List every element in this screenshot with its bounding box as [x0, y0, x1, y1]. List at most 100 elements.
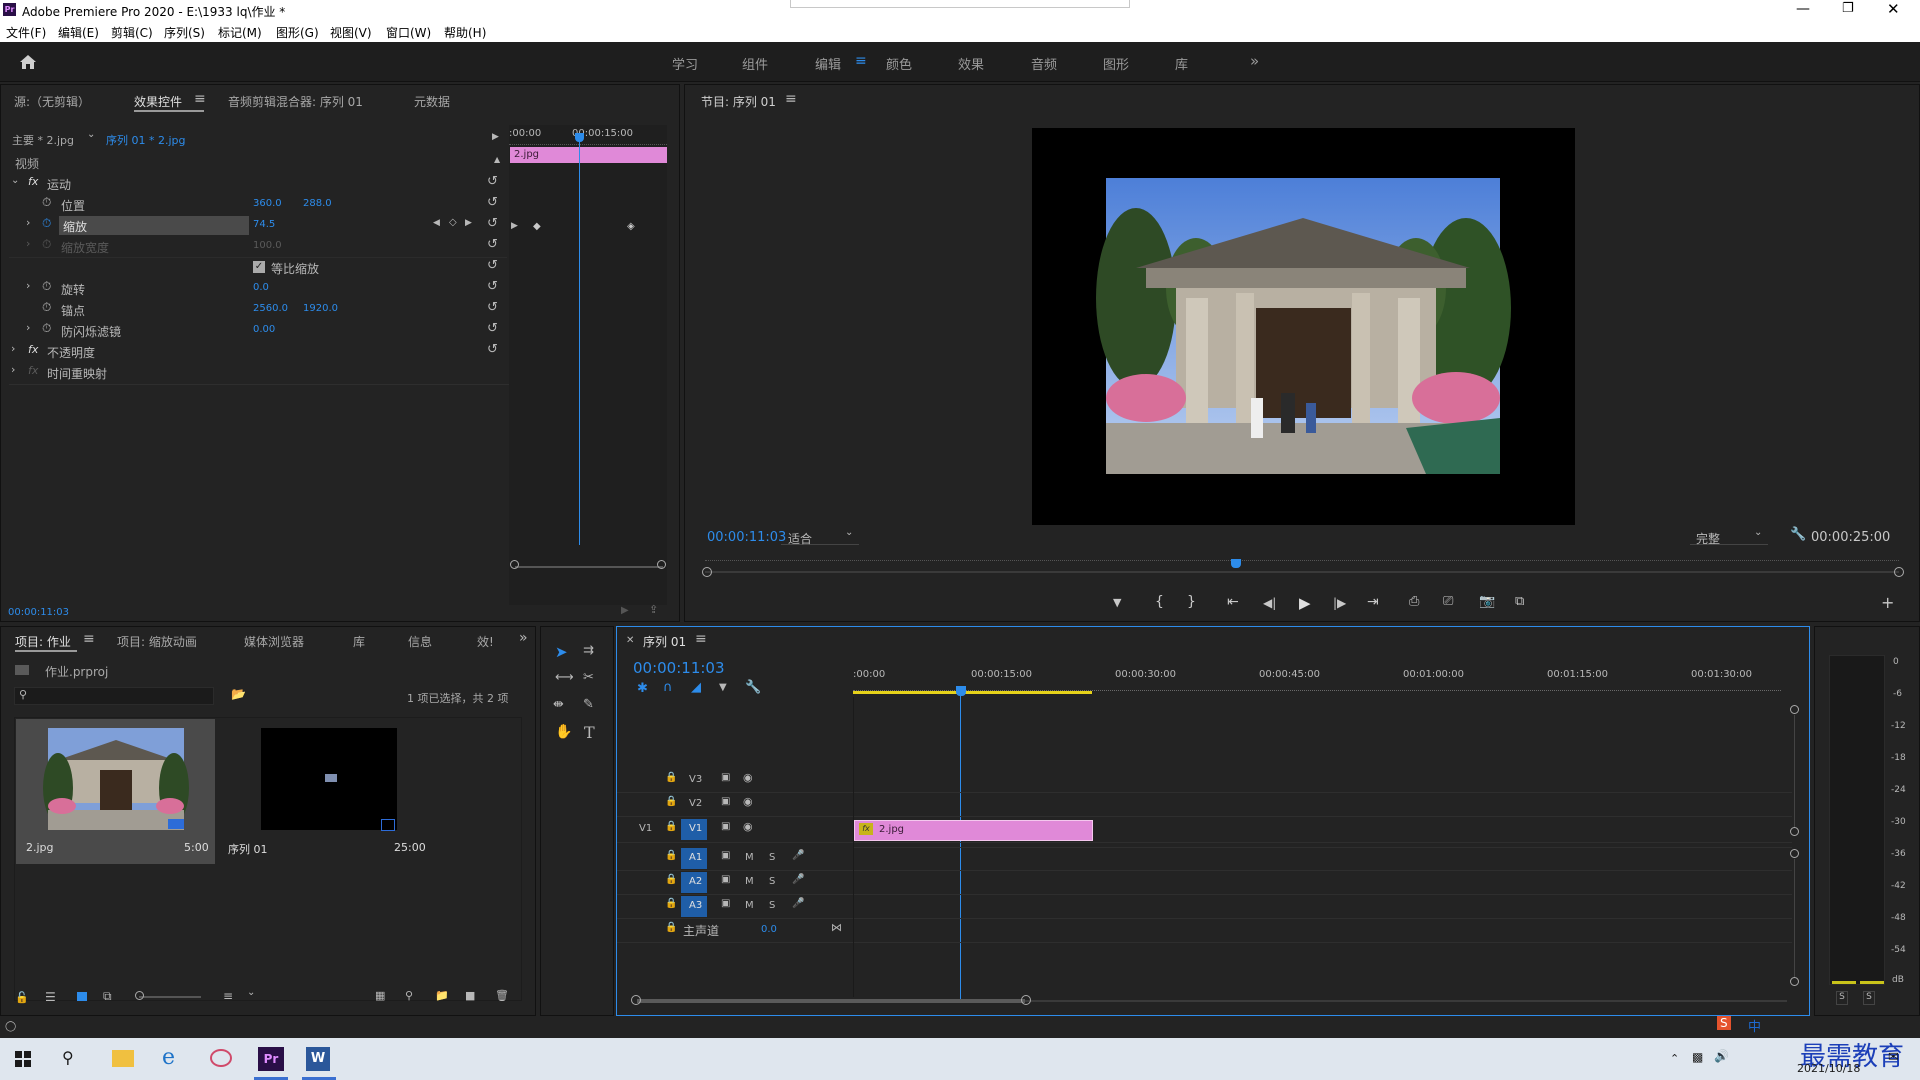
scroll-handle-left[interactable] — [510, 560, 519, 569]
expand-chevron-icon[interactable]: ⌄ — [11, 175, 19, 186]
reset-icon[interactable]: ↺ — [487, 174, 498, 189]
title-search-box[interactable] — [790, 0, 1130, 8]
menu-graphics[interactable]: 图形(G) — [276, 24, 319, 41]
video-frame[interactable] — [1032, 128, 1575, 525]
reset-icon[interactable]: ↺ — [487, 279, 498, 294]
program-ruler[interactable] — [705, 555, 1899, 561]
tab-project-scale[interactable]: 项目: 缩放动画 — [117, 633, 197, 650]
close-button[interactable]: ✕ — [1887, 0, 1900, 18]
comparison-view-icon[interactable]: ⧉ — [1515, 594, 1524, 609]
sync-lock-icon[interactable]: ▣ — [721, 772, 730, 783]
mute-button[interactable]: M — [745, 852, 754, 863]
sequence-clip-label[interactable]: 序列 01 * 2.jpg — [106, 132, 186, 148]
opacity-row[interactable]: › fx 不透明度 ↺ — [9, 341, 507, 362]
extract-icon[interactable]: ⎚ — [1443, 594, 1453, 609]
list-view-icon[interactable]: ☰ — [45, 990, 56, 1004]
add-keyframe-icon[interactable]: ◇ — [449, 217, 457, 228]
v-scroll-handle[interactable] — [1790, 977, 1799, 986]
position-y-value[interactable]: 288.0 — [303, 198, 332, 209]
h-scroll-thumb[interactable] — [637, 999, 1025, 1003]
workspace-menu-icon[interactable]: ≡ — [855, 53, 867, 69]
workspace-learn[interactable]: 学习 — [672, 54, 698, 73]
track-name[interactable]: V3 — [689, 774, 702, 785]
expand-chevron-icon[interactable]: › — [26, 216, 30, 229]
track-lock-icon[interactable]: 🔒 — [665, 850, 677, 861]
reset-icon[interactable]: ↺ — [487, 237, 498, 252]
maximize-button[interactable]: ❐ — [1842, 1, 1854, 16]
tab-effects[interactable]: 效! — [477, 633, 494, 650]
lane-v3[interactable] — [854, 769, 1792, 793]
lane-a3[interactable] — [854, 895, 1792, 919]
freeform-view-icon[interactable]: ⧉ — [103, 989, 112, 1004]
reset-icon[interactable]: ↺ — [487, 258, 498, 273]
scrub-handle-left[interactable] — [702, 567, 712, 577]
mini-timeline[interactable]: :00:00 00:00:15:00 2.jpg ◆ ◈ ▶ — [509, 125, 667, 605]
mark-out-icon[interactable]: } — [1187, 594, 1196, 610]
position-x-value[interactable]: 360.0 — [253, 198, 282, 209]
sync-lock-icon[interactable]: ▣ — [721, 850, 730, 861]
menu-view[interactable]: 视图(V) — [330, 24, 372, 41]
pen-tool-icon[interactable]: ✎ — [583, 697, 594, 712]
reset-icon[interactable]: ↺ — [487, 195, 498, 210]
lane-v2[interactable] — [854, 793, 1792, 817]
tab-info[interactable]: 信息 — [408, 633, 432, 650]
mark-in-icon[interactable]: { — [1155, 594, 1164, 610]
work-area-bar[interactable] — [853, 691, 1092, 694]
expand-chevron-icon[interactable]: › — [26, 321, 30, 334]
ime-language[interactable]: 中 — [1748, 1016, 1761, 1035]
program-title[interactable]: 节目: 序列 01 — [701, 93, 776, 110]
menu-file[interactable]: 文件(F) — [6, 24, 46, 41]
microphone-icon[interactable]: 🎤 — [792, 898, 804, 909]
tray-chevron-icon[interactable]: ⌃ — [1670, 1052, 1679, 1065]
sync-lock-icon[interactable]: ▣ — [721, 796, 730, 807]
automate-icon[interactable]: ▦ — [375, 989, 385, 1002]
lane-master[interactable] — [854, 919, 1792, 943]
timeline-timecode[interactable]: 00:00:11:03 — [633, 659, 725, 677]
track-lock-icon[interactable]: 🔒 — [665, 922, 677, 933]
paint-icon[interactable] — [210, 1049, 232, 1067]
add-marker-icon[interactable]: ▼ — [719, 682, 727, 693]
linked-selection-icon[interactable]: ∩ — [663, 680, 673, 695]
expand-chevron-icon[interactable]: › — [26, 279, 30, 292]
expand-chevron-icon[interactable]: › — [11, 342, 15, 355]
workspace-editing[interactable]: 编辑 — [815, 54, 841, 73]
time-remap-row[interactable]: › fx 时间重映射 — [9, 362, 507, 383]
reset-icon[interactable]: ↺ — [487, 216, 498, 231]
program-playhead[interactable] — [1231, 559, 1241, 568]
play-clip-icon[interactable]: ▶ — [492, 132, 499, 142]
premiere-taskbar-icon[interactable]: Pr — [258, 1047, 284, 1071]
workspace-audio[interactable]: 音频 — [1031, 54, 1057, 73]
lift-icon[interactable]: ⎙ — [1409, 594, 1419, 609]
h-scroll-handle[interactable] — [1021, 995, 1031, 1005]
panel-menu-icon[interactable]: ≡ — [785, 91, 797, 107]
menu-marker[interactable]: 标记(M) — [218, 24, 262, 41]
workspace-effects[interactable]: 效果 — [958, 54, 984, 73]
wrench-icon[interactable]: 🔧 — [1790, 527, 1806, 542]
rotation-value[interactable]: 0.0 — [253, 282, 269, 293]
workspace-graphics[interactable]: 图形 — [1103, 54, 1129, 73]
track-lock-icon[interactable]: 🔒 — [665, 821, 677, 832]
track-select-tool-icon[interactable]: ⇉ — [583, 643, 594, 658]
step-forward-icon[interactable]: |▶ — [1333, 596, 1346, 610]
solo-button[interactable]: S — [769, 852, 775, 863]
project-search-input[interactable]: ⚲ — [14, 687, 214, 705]
mini-playhead[interactable] — [579, 135, 580, 545]
tab-source[interactable]: 源:（无剪辑） — [14, 93, 90, 110]
stopwatch-icon[interactable]: ⏱ — [42, 195, 51, 210]
find-icon[interactable]: ⚲ — [405, 989, 413, 1002]
media-item-sequence[interactable]: 序列 01 25:00 — [223, 719, 426, 864]
panel-menu-icon[interactable]: ≡ — [695, 631, 707, 647]
scrub-handle-right[interactable] — [1894, 567, 1904, 577]
eye-icon[interactable]: ◉ — [743, 820, 753, 833]
program-scrub-track[interactable] — [705, 571, 1899, 573]
volume-icon[interactable]: 🔊 — [1714, 1049, 1729, 1063]
fx-icon[interactable]: fx — [28, 175, 38, 188]
stopwatch-icon[interactable]: ⏱ — [42, 279, 51, 294]
notification-icon[interactable]: ✉ — [1888, 1050, 1899, 1065]
go-to-in-icon[interactable]: ⇤ — [1227, 594, 1239, 610]
keyframe-nav-icon[interactable]: ▶ — [511, 221, 518, 231]
program-timecode[interactable]: 00:00:11:03 — [707, 530, 786, 545]
close-tab-icon[interactable]: ✕ — [626, 635, 634, 646]
v-scroll-track[interactable] — [1794, 715, 1795, 827]
timeline-settings-icon[interactable]: 🔧 — [745, 680, 761, 695]
